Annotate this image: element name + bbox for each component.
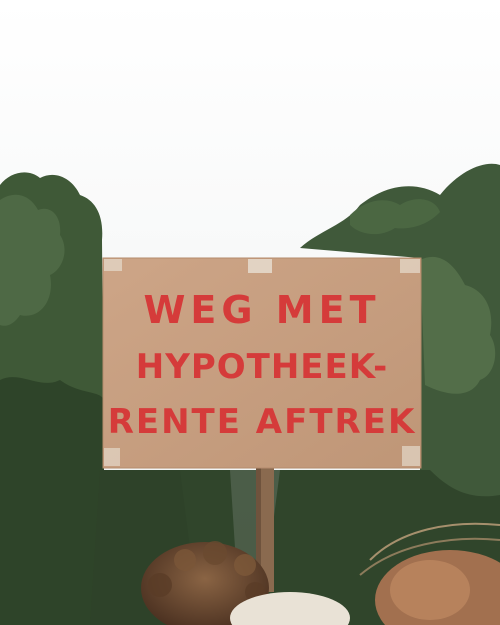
- sign-line-2: HYPOTHEEK-: [135, 347, 389, 387]
- sign-line-3: RENTE AFTREK: [107, 402, 417, 442]
- sign-lettering: WEG MET HYPOTHEEK- RENTE AFTREK: [104, 262, 420, 468]
- sign-line-1: WEG MET: [143, 288, 381, 332]
